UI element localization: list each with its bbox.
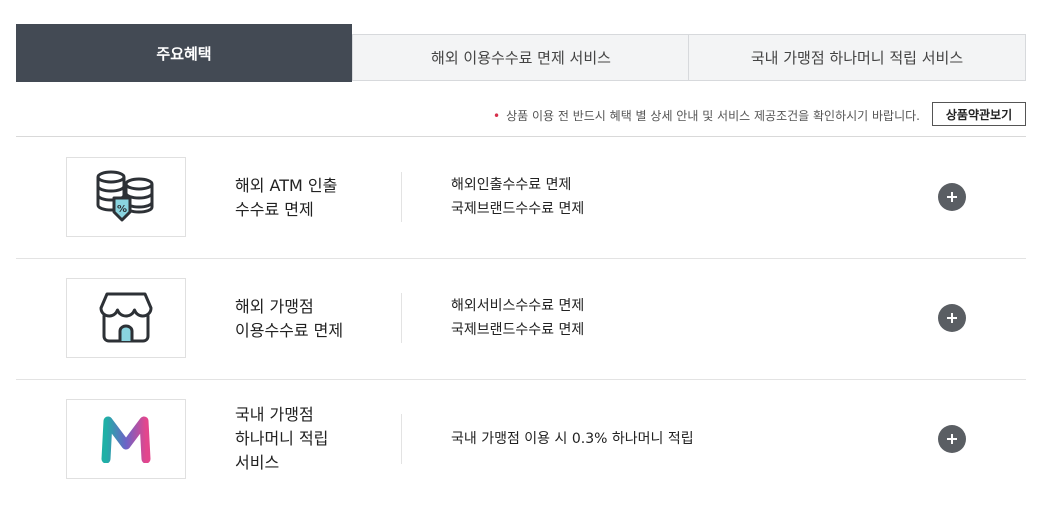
benefit-title: 국내 가맹점 하나머니 적립 서비스 [235,405,329,472]
tab-hana-money-reward[interactable]: 국내 가맹점 하나머니 적립 서비스 [688,34,1026,81]
benefit-row-atm: % 해외 ATM 인출 수수료 면제 해외인출수수료 면제 국제브랜드수수료 면… [16,137,1026,259]
benefit-row-merchant: 해외 가맹점 이용수수료 면제 해외서비스수수료 면제 국제브랜드수수료 면제 [16,258,1026,380]
divider [401,293,402,343]
divider [401,172,402,222]
benefit-description: 해외인출수수료 면제 국제브랜드수수료 면제 [451,177,585,217]
benefit-title: 해외 가맹점 이용수수료 면제 [235,297,344,340]
benefit-description: 해외서비스수수료 면제 국제브랜드수수료 면제 [451,298,585,338]
expand-button[interactable] [938,425,966,453]
benefit-icon-box [66,278,186,358]
plus-icon [947,434,957,444]
hana-money-m-icon [101,416,151,463]
tab-main-benefits[interactable]: 주요혜택 [16,24,352,82]
tab-overseas-fee-waiver[interactable]: 해외 이용수수료 면제 서비스 [352,34,689,81]
notice-bar: • 상품 이용 전 반드시 혜택 별 상세 안내 및 서비스 제공조건을 확인하… [16,100,1026,137]
notice: • 상품 이용 전 반드시 혜택 별 상세 안내 및 서비스 제공조건을 확인하… [493,107,920,124]
benefit-tabs: 주요혜택 해외 이용수수료 면제 서비스 국내 가맹점 하나머니 적립 서비스 [16,24,1026,82]
benefit-icon-box: % [66,157,186,237]
benefit-title: 해외 ATM 인출 수수료 면제 [235,176,338,219]
view-terms-button[interactable]: 상품약관보기 [932,102,1026,126]
expand-button[interactable] [938,304,966,332]
notice-text: 상품 이용 전 반드시 혜택 별 상세 안내 및 서비스 제공조건을 확인하시기… [506,109,920,123]
divider [401,414,402,464]
svg-text:%: % [117,204,127,215]
expand-button[interactable] [938,183,966,211]
coins-discount-icon: % [96,170,154,222]
notice-bullet: • [493,108,501,123]
benefit-row-hana-money: 국내 가맹점 하나머니 적립 서비스 국내 가맹점 이용 시 0.3% 하나머니… [16,379,1026,500]
benefit-icon-box [66,399,186,479]
plus-icon [947,192,957,202]
plus-icon [947,313,957,323]
benefit-description: 국내 가맹점 이용 시 0.3% 하나머니 적립 [451,431,694,447]
store-icon [99,292,153,343]
